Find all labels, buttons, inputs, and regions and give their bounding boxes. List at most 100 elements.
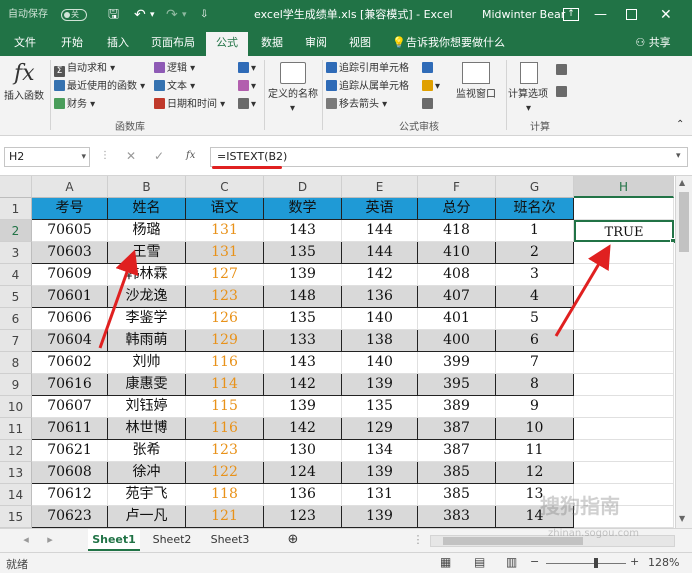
table-cell[interactable]: 389 — [418, 396, 496, 418]
table-cell[interactable]: 2 — [496, 242, 574, 264]
undo-dropdown-icon[interactable]: ▾ — [150, 0, 155, 30]
tab-formulas[interactable]: 公式 — [206, 32, 248, 56]
table-cell[interactable]: 135 — [264, 308, 342, 330]
cell-h[interactable] — [574, 330, 674, 352]
cell-h[interactable] — [574, 396, 674, 418]
table-cell[interactable]: 70611 — [32, 418, 108, 440]
column-header-g[interactable]: G — [496, 176, 574, 198]
table-cell[interactable]: 131 — [342, 484, 418, 506]
remove-arrows-button[interactable]: 移去箭头 ▾ — [326, 98, 387, 112]
insert-function-button[interactable]: 插入函数 — [4, 90, 44, 104]
table-cell[interactable]: 399 — [418, 352, 496, 374]
tab-data[interactable]: 数据 — [254, 30, 290, 56]
tab-home[interactable]: 开始 — [54, 30, 90, 56]
table-cell[interactable]: 126 — [186, 308, 264, 330]
calc-now-icon[interactable] — [556, 64, 569, 78]
table-cell[interactable]: 142 — [342, 264, 418, 286]
table-header-cell[interactable]: 姓名 — [108, 198, 186, 220]
table-cell[interactable]: 刘钰婷 — [108, 396, 186, 418]
trace-precedents-button[interactable]: 追踪引用单元格 — [326, 62, 409, 76]
cell-h[interactable] — [574, 418, 674, 440]
table-cell[interactable]: 385 — [418, 462, 496, 484]
logical-button[interactable]: 逻辑 ▾ — [154, 62, 195, 76]
table-cell[interactable]: 387 — [418, 440, 496, 462]
scroll-down-icon[interactable]: ▼ — [679, 514, 685, 523]
table-cell[interactable]: 沙龙逸 — [108, 286, 186, 308]
table-cell[interactable]: 徐冲 — [108, 462, 186, 484]
zoom-slider-thumb[interactable] — [594, 558, 598, 568]
table-cell[interactable]: 70607 — [32, 396, 108, 418]
table-cell[interactable]: 8 — [496, 374, 574, 396]
select-all-corner[interactable] — [0, 176, 32, 198]
table-header-cell[interactable]: 数学 — [264, 198, 342, 220]
tab-view[interactable]: 视图 — [342, 30, 378, 56]
table-cell[interactable]: 418 — [418, 220, 496, 242]
page-break-view-icon[interactable]: ▥ — [506, 555, 517, 569]
cell-h[interactable] — [574, 308, 674, 330]
zoom-in-icon[interactable]: + — [630, 555, 639, 568]
spreadsheet-grid[interactable]: A B C D E F G H 1 2 3 4 5 6 7 8 9 10 11 12 13 14 15 考号 姓名 语文 数学 英语总… — [0, 176, 692, 528]
table-cell[interactable]: 143 — [264, 220, 342, 242]
column-header-f[interactable]: F — [418, 176, 496, 198]
autosum-button[interactable]: Σ 自动求和 ▾ — [54, 62, 115, 77]
table-cell[interactable]: 133 — [264, 330, 342, 352]
datetime-button[interactable]: 日期和时间 ▾ — [154, 98, 225, 112]
autosave-toggle[interactable]: 关 — [58, 9, 87, 21]
financial-button[interactable]: 财务 ▾ — [54, 98, 95, 112]
cell-h1[interactable] — [574, 198, 674, 220]
define-name-button[interactable]: 定义的名称 — [268, 88, 318, 102]
table-cell[interactable]: 苑宇飞 — [108, 484, 186, 506]
table-cell[interactable]: 131 — [186, 242, 264, 264]
table-cell[interactable]: 张希 — [108, 440, 186, 462]
table-cell[interactable]: 134 — [342, 440, 418, 462]
table-header-cell[interactable]: 总分 — [418, 198, 496, 220]
tab-file[interactable]: 文件 — [8, 30, 42, 56]
table-cell[interactable]: 385 — [418, 484, 496, 506]
table-cell[interactable]: 140 — [342, 352, 418, 374]
table-cell[interactable]: 400 — [418, 330, 496, 352]
cell-h[interactable] — [574, 264, 674, 286]
table-cell[interactable]: 1 — [496, 220, 574, 242]
row-header-1[interactable]: 1 — [0, 198, 32, 220]
ribbon-display-icon[interactable]: ↑ — [563, 8, 579, 21]
cell-h[interactable] — [574, 440, 674, 462]
table-cell[interactable]: 142 — [264, 418, 342, 440]
row-header-3[interactable]: 3 — [0, 242, 32, 264]
table-cell[interactable]: 408 — [418, 264, 496, 286]
row-header-9[interactable]: 9 — [0, 374, 32, 396]
table-cell[interactable]: 135 — [342, 396, 418, 418]
scroll-up-icon[interactable]: ▲ — [679, 178, 685, 187]
row-header-8[interactable]: 8 — [0, 352, 32, 374]
save-icon[interactable]: 🖫 — [108, 0, 119, 30]
calc-sheet-icon[interactable] — [556, 86, 569, 100]
redo-dropdown-icon[interactable]: ▾ — [182, 0, 187, 30]
table-cell[interactable]: 11 — [496, 440, 574, 462]
tab-page-layout[interactable]: 页面布局 — [144, 30, 202, 56]
name-box[interactable]: H2 ▾ — [4, 147, 90, 167]
table-cell[interactable]: 康惠雯 — [108, 374, 186, 396]
tell-me-input[interactable]: 告诉我你想要做什么 — [406, 30, 506, 56]
sheet-tab-2[interactable]: Sheet2 — [146, 529, 198, 551]
row-header-13[interactable]: 13 — [0, 462, 32, 484]
table-cell[interactable]: 70609 — [32, 264, 108, 286]
table-cell[interactable]: 70608 — [32, 462, 108, 484]
table-cell[interactable]: 王雪 — [108, 242, 186, 264]
column-header-a[interactable]: A — [32, 176, 108, 198]
add-sheet-icon[interactable]: ⊕ — [284, 529, 302, 551]
formula-input[interactable]: =ISTEXT(B2) — [210, 147, 688, 167]
table-cell[interactable]: 李鉴学 — [108, 308, 186, 330]
table-cell[interactable]: 3 — [496, 264, 574, 286]
table-cell[interactable]: 129 — [186, 330, 264, 352]
table-header-cell[interactable]: 语文 — [186, 198, 264, 220]
table-cell[interactable]: 136 — [342, 286, 418, 308]
table-cell[interactable]: 143 — [264, 352, 342, 374]
cell-h[interactable] — [574, 286, 674, 308]
table-cell[interactable]: 142 — [264, 374, 342, 396]
table-cell[interactable]: 70612 — [32, 484, 108, 506]
table-cell[interactable]: 124 — [264, 462, 342, 484]
table-cell[interactable]: 127 — [186, 264, 264, 286]
error-checking-icon[interactable]: ▾ — [422, 80, 440, 94]
cell-h2-selected[interactable]: TRUE — [574, 220, 676, 244]
table-cell[interactable]: 139 — [264, 264, 342, 286]
table-cell[interactable]: 70605 — [32, 220, 108, 242]
